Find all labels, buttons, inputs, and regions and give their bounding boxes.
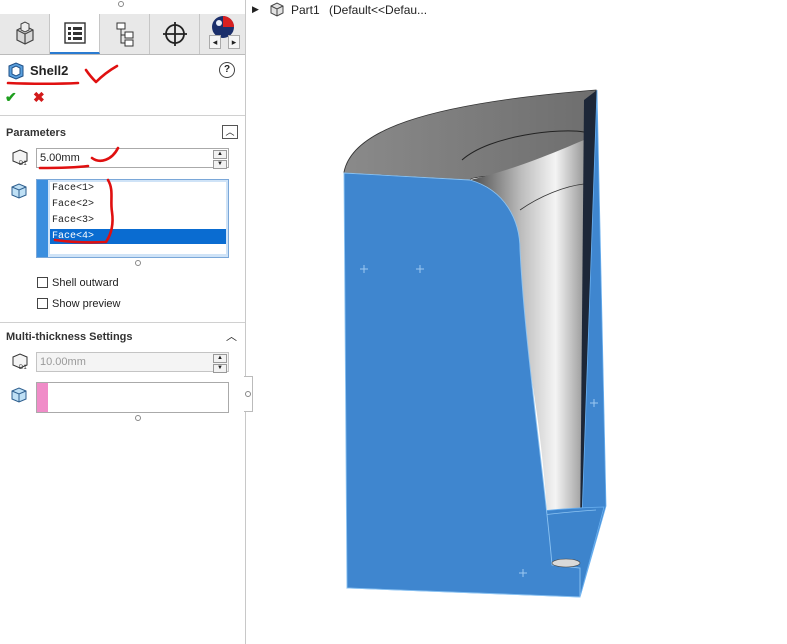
multi-thickness-header: Multi-thickness Settings bbox=[6, 331, 133, 343]
faces-to-remove-list[interactable]: Face<1> Face<2> Face<3> Face<4> bbox=[36, 179, 229, 258]
list-item[interactable]: Face<3> bbox=[50, 213, 94, 228]
tree-config-name: (Default<<Defau... bbox=[329, 3, 428, 17]
property-manager-panel: ◂ ▸ Shell2 ? ✔ ✖ Parameters ︿ D1 5.00mm … bbox=[0, 0, 246, 644]
part-icon bbox=[15, 21, 34, 45]
tab-feature-manager[interactable] bbox=[0, 14, 50, 54]
config-tree-icon bbox=[116, 22, 133, 47]
tree-part-name[interactable]: Part1 bbox=[291, 3, 320, 17]
property-list-icon bbox=[63, 22, 86, 44]
thickness-input[interactable]: 5.00mm ▲ ▼ bbox=[36, 148, 229, 169]
x-icon: ✖ bbox=[33, 89, 45, 105]
selection-strip bbox=[37, 383, 48, 412]
thickness-dimension-icon: D1 bbox=[12, 149, 28, 167]
shell-outward-label: Shell outward bbox=[52, 277, 119, 289]
tab-property-manager[interactable] bbox=[50, 14, 100, 54]
feature-title: Shell2 bbox=[30, 63, 69, 78]
multi-thickness-faces-list[interactable] bbox=[36, 382, 229, 413]
list-item[interactable]: Face<1> bbox=[50, 181, 94, 196]
part-icon bbox=[270, 2, 284, 17]
multi-thickness-faces-icon bbox=[11, 387, 27, 403]
list-item[interactable]: Face<2> bbox=[50, 197, 94, 212]
cancel-button[interactable]: ✖ bbox=[33, 89, 45, 106]
tab-scroll-left-button[interactable]: ◂ bbox=[209, 35, 221, 49]
list-item-selected[interactable]: Face<4> bbox=[50, 229, 226, 244]
svg-text:D1: D1 bbox=[19, 365, 27, 371]
show-preview-checkbox[interactable] bbox=[37, 298, 48, 309]
tab-dimxpert-manager[interactable] bbox=[150, 14, 200, 54]
expand-arrow-icon[interactable]: ▶ bbox=[252, 4, 259, 15]
panel-resize-handle[interactable] bbox=[118, 1, 124, 7]
collapse-parameters-button[interactable]: ︿ bbox=[222, 125, 238, 139]
chevron-up-icon: ︿ bbox=[225, 127, 235, 137]
collapse-multi-thickness-button[interactable]: ︿ bbox=[226, 328, 237, 344]
list-resize-handle[interactable] bbox=[135, 415, 141, 421]
chevron-up-icon: ︿ bbox=[226, 331, 237, 343]
multi-thickness-input[interactable]: 10.00mm ▲ ▼ bbox=[36, 352, 229, 373]
divider bbox=[0, 322, 245, 323]
svg-text:D1: D1 bbox=[19, 161, 27, 167]
help-button[interactable]: ? bbox=[219, 62, 235, 78]
multi-thickness-dimension-icon: D1 bbox=[12, 353, 28, 371]
crosshair-icon bbox=[162, 22, 187, 46]
thickness-value: 5.00mm bbox=[40, 152, 80, 164]
shell-outward-checkbox[interactable] bbox=[37, 277, 48, 288]
divider bbox=[0, 115, 245, 116]
list-resize-handle[interactable] bbox=[135, 260, 141, 266]
tab-configuration-manager[interactable] bbox=[100, 14, 150, 54]
parameters-header: Parameters bbox=[6, 127, 66, 139]
faces-to-remove-icon bbox=[11, 183, 27, 199]
shell-feature-icon bbox=[8, 62, 24, 80]
graphics-viewport[interactable] bbox=[250, 20, 787, 644]
selection-strip bbox=[37, 180, 48, 257]
multi-thickness-spinner[interactable]: ▲ ▼ bbox=[213, 354, 227, 373]
check-icon: ✔ bbox=[5, 89, 17, 105]
manager-tabs: ◂ ▸ bbox=[0, 14, 245, 55]
ok-button[interactable]: ✔ bbox=[5, 89, 17, 106]
tab-scroll-right-button[interactable]: ▸ bbox=[228, 35, 240, 49]
thickness-spinner[interactable]: ▲ ▼ bbox=[213, 150, 227, 169]
multi-thickness-value: 10.00mm bbox=[40, 356, 86, 368]
show-preview-label: Show preview bbox=[52, 298, 121, 310]
